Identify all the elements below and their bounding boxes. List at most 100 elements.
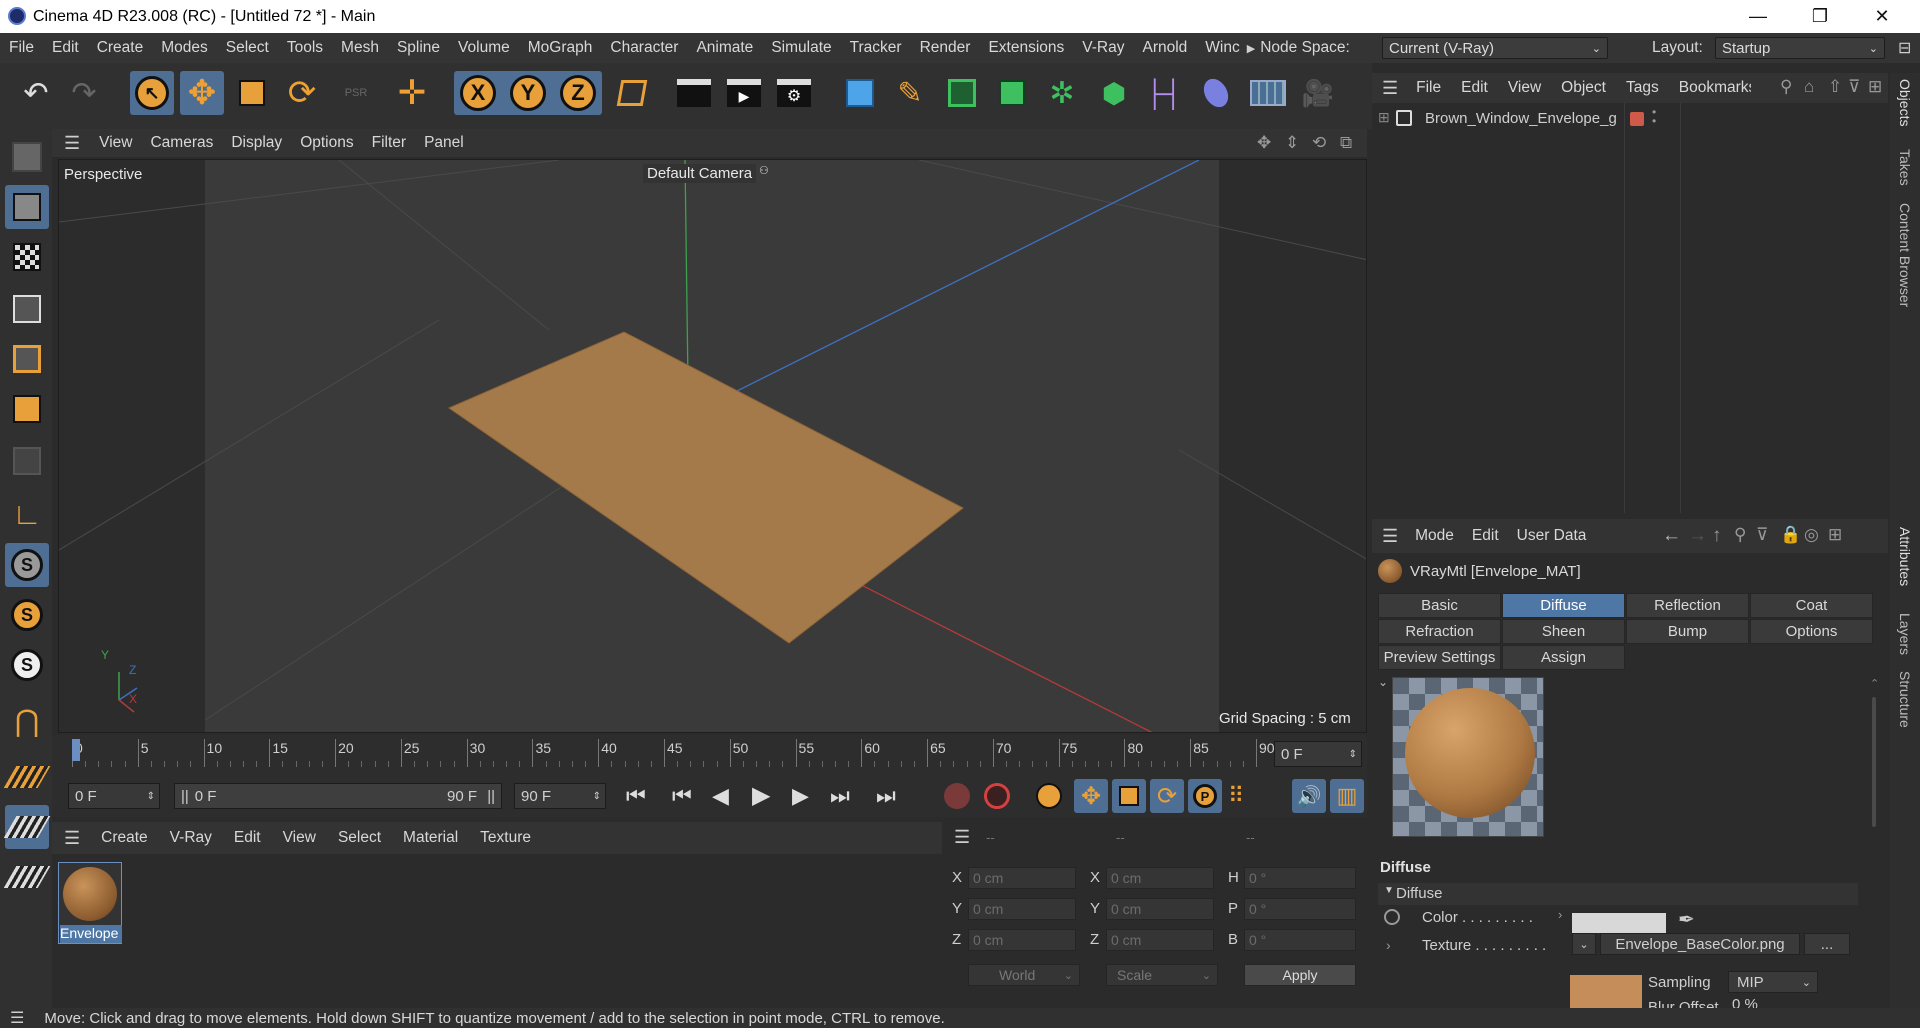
tab-reflection[interactable]: Reflection — [1626, 593, 1749, 618]
film-strip-icon[interactable]: ▥ — [1330, 779, 1364, 813]
menu-overflow-arrow-icon[interactable]: ▶ — [1242, 42, 1260, 55]
menu-spline[interactable]: Spline — [388, 39, 449, 57]
menu-create[interactable]: Create — [88, 39, 153, 57]
texture-file-button[interactable]: Envelope_BaseColor.png — [1600, 933, 1800, 955]
eyedropper-icon[interactable]: ✒ — [1678, 907, 1695, 932]
object-menu-bookmarks[interactable]: Bookmarks — [1669, 79, 1751, 97]
tab-basic[interactable]: Basic — [1378, 593, 1501, 618]
menu-render[interactable]: Render — [911, 39, 980, 57]
place-tool-icon[interactable]: ✛ — [390, 71, 434, 115]
render-view-icon[interactable]: ▶ — [722, 71, 766, 115]
hamburger-menu-icon[interactable]: ☰ — [1372, 78, 1406, 99]
object-row[interactable]: ⊞ Brown_Window_Envelope_g • • — [1372, 106, 1888, 131]
collapse-preview-icon[interactable]: ⌄ — [1378, 675, 1388, 689]
rotate-tool-icon[interactable]: ⟳ — [280, 71, 324, 115]
hamburger-menu-icon[interactable]: ☰ — [52, 133, 90, 154]
target-icon[interactable]: ◎ — [1804, 525, 1819, 545]
visibility-dots-icon[interactable]: • • — [1652, 106, 1656, 127]
3d-viewport[interactable]: Perspective Default Camera ⚇ Grid Spacin… — [58, 159, 1367, 733]
pen-spline-icon[interactable]: ✎ — [888, 71, 932, 115]
key-pla-icon[interactable]: ⠿ — [1228, 783, 1244, 809]
menu-select[interactable]: Select — [217, 39, 278, 57]
undo-icon[interactable]: ↶ — [14, 71, 58, 115]
hamburger-menu-icon[interactable]: ☰ — [1372, 526, 1406, 547]
snap-magnet-icon[interactable]: ⋂ — [5, 699, 49, 743]
attribute-menu-user-data[interactable]: User Data — [1508, 527, 1596, 545]
rotation-b-field[interactable]: 0 ° — [1244, 929, 1356, 951]
hamburger-menu-icon[interactable]: ☰ — [52, 828, 90, 849]
deformer-icon[interactable]: ├┤ — [1142, 71, 1186, 115]
redo-icon[interactable]: ↷ — [62, 71, 106, 115]
material-menu-vray[interactable]: V-Ray — [159, 829, 223, 847]
search-icon[interactable]: ⚲ — [1734, 525, 1746, 545]
start-frame-field[interactable]: 0 F ⇕ — [68, 783, 160, 809]
mograph-array-icon[interactable]: ⬢ — [1092, 71, 1136, 115]
key-rotation-icon[interactable]: ⟳ — [1150, 779, 1184, 813]
tab-bump[interactable]: Bump — [1626, 619, 1749, 644]
attribute-menu-mode[interactable]: Mode — [1406, 527, 1463, 545]
position-z-field[interactable]: 0 cm — [968, 929, 1076, 951]
material-menu-texture[interactable]: Texture — [469, 829, 542, 847]
object-menu-tags[interactable]: Tags — [1616, 79, 1669, 97]
current-frame-field[interactable]: 0 F ⇕ — [1274, 741, 1362, 767]
viewport-rotate-icon[interactable]: ⟲ — [1312, 133, 1326, 153]
menu-tracker[interactable]: Tracker — [841, 39, 911, 57]
tab-preview-settings[interactable]: Preview Settings — [1378, 645, 1501, 670]
forward-arrow-icon[interactable]: → — [1688, 525, 1707, 547]
rotation-h-field[interactable]: 0 ° — [1244, 867, 1356, 889]
texture-more-button[interactable]: ... — [1804, 933, 1850, 955]
x-axis-icon[interactable]: X — [456, 71, 500, 115]
tab-structure[interactable]: Structure — [1897, 671, 1913, 728]
sound-icon[interactable]: 🔊 — [1292, 779, 1326, 813]
keyframe-selection-icon[interactable] — [1036, 783, 1062, 809]
tab-diffuse[interactable]: Diffuse — [1502, 593, 1625, 618]
extrude-generator-icon[interactable] — [990, 71, 1034, 115]
tab-layers[interactable]: Layers — [1897, 613, 1913, 655]
z-axis-icon[interactable]: Z — [556, 71, 600, 115]
object-menu-file[interactable]: File — [1406, 79, 1451, 97]
maximize-button[interactable]: ❐ — [1790, 0, 1850, 33]
key-position-icon[interactable]: ✥ — [1074, 779, 1108, 813]
filter-icon[interactable]: ⊽ — [1848, 77, 1860, 97]
previous-key-icon[interactable]: ⏮ — [672, 783, 692, 809]
viewport-move-icon[interactable]: ✥ — [1257, 133, 1271, 153]
texture-mode-icon[interactable] — [5, 235, 49, 279]
psr-tool-icon[interactable]: PSR — [334, 71, 378, 115]
key-parameter-icon[interactable]: P — [1188, 779, 1222, 813]
object-menu-edit[interactable]: Edit — [1451, 79, 1498, 97]
tab-coat[interactable]: Coat — [1750, 593, 1873, 618]
coordinate-space-dropdown[interactable]: World ⌄ — [968, 964, 1080, 986]
up-arrow-icon[interactable]: ↑ — [1712, 525, 1722, 547]
deformer-shape-icon[interactable] — [1194, 71, 1238, 115]
render-region-icon[interactable] — [672, 71, 716, 115]
material-swatch[interactable]: Envelope — [58, 862, 122, 944]
hamburger-menu-icon[interactable]: ☰ — [954, 827, 970, 848]
tab-refraction[interactable]: Refraction — [1378, 619, 1501, 644]
material-menu-view[interactable]: View — [272, 829, 327, 847]
viewport-zoom-icon[interactable]: ⇕ — [1285, 133, 1299, 153]
workplane-icon[interactable] — [3, 755, 51, 799]
menu-simulate[interactable]: Simulate — [762, 39, 840, 57]
frame-range-slider[interactable]: || 0 F 90 F || — [174, 783, 502, 809]
tab-attributes[interactable]: Attributes — [1897, 527, 1913, 586]
viewport-maximize-icon[interactable]: ⧉ — [1340, 133, 1352, 153]
scroll-up-icon[interactable]: ⌃ — [1870, 677, 1879, 690]
next-key-icon[interactable]: ⏭ — [830, 783, 850, 809]
axis-mode-icon[interactable]: ∟ — [5, 493, 49, 537]
subdivision-surface-icon[interactable] — [940, 71, 984, 115]
new-view-icon[interactable]: ⊞ — [1868, 77, 1882, 97]
object-menu-view[interactable]: View — [1498, 79, 1551, 97]
scale-tool-icon[interactable] — [230, 71, 274, 115]
cloner-icon[interactable]: ✲ — [1040, 71, 1084, 115]
expand-icon[interactable]: ⊞ — [1378, 109, 1390, 126]
size-y-field[interactable]: 0 cm — [1106, 898, 1214, 920]
size-z-field[interactable]: 0 cm — [1106, 929, 1214, 951]
menu-mesh[interactable]: Mesh — [332, 39, 388, 57]
texture-dropdown-button[interactable]: ⌄ — [1572, 933, 1596, 955]
floor-object-icon[interactable] — [1246, 71, 1290, 115]
rotation-p-field[interactable]: 0 ° — [1244, 898, 1356, 920]
close-button[interactable]: ✕ — [1852, 0, 1912, 33]
attribute-menu-edit[interactable]: Edit — [1463, 527, 1508, 545]
material-menu-edit[interactable]: Edit — [223, 829, 272, 847]
camera-object-icon[interactable]: 🎥 — [1296, 71, 1340, 115]
